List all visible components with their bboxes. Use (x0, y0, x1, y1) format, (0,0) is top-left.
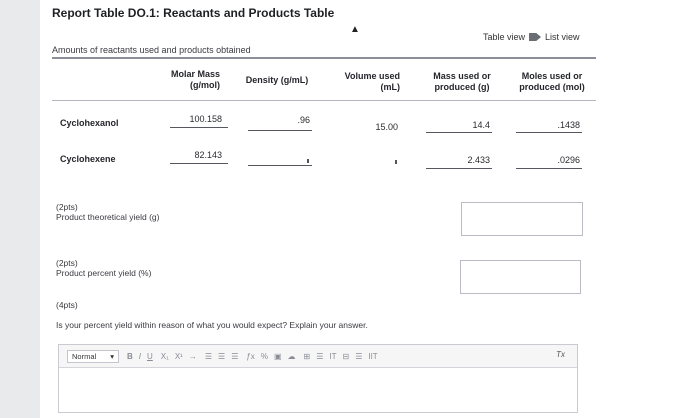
format-select-value: Normal (72, 351, 97, 361)
input-underline (248, 165, 312, 166)
italic-button[interactable]: I (139, 352, 141, 361)
row-label-cyclohexanol: Cyclohexanol (60, 118, 119, 128)
indent-button[interactable]: IT (329, 352, 336, 361)
dash-mark (395, 160, 397, 164)
reactants-products-table: Molar Mass (g/mol) Density (g/mL) Volume… (52, 57, 596, 187)
points-label: (4pts) (56, 300, 78, 310)
list-view-option[interactable]: List view (545, 32, 580, 42)
table-button[interactable]: ⊞ (304, 352, 311, 361)
input-underline (516, 168, 582, 169)
percent-yield-input[interactable] (460, 260, 581, 294)
points-label: (2pts) (56, 202, 78, 212)
header-molar-mass: Molar Mass (g/mol) (170, 69, 220, 90)
input-underline (170, 163, 228, 164)
formula-button[interactable]: ƒx (246, 352, 254, 361)
list-button[interactable]: ☰ (316, 352, 323, 361)
input-underline (516, 132, 582, 133)
toggle-switch-icon[interactable] (529, 33, 542, 41)
cell-mass-1[interactable]: 14.4 (428, 120, 490, 130)
points-label: (2pts) (56, 258, 78, 268)
input-underline (426, 132, 492, 133)
header-divider (52, 100, 596, 101)
header-mass: Mass used or produced (g) (433, 71, 491, 92)
mouse-cursor-icon: ▲ (350, 24, 360, 35)
align-right-button[interactable]: ☰ (231, 352, 238, 361)
cell-molar-mass-2[interactable]: 82.143 (162, 150, 222, 160)
input-underline (248, 130, 312, 131)
outdent-button[interactable]: IIT (368, 352, 377, 361)
cell-moles-2[interactable]: .0296 (518, 155, 580, 165)
dash-mark (307, 159, 309, 163)
chevron-down-icon: ▾ (110, 351, 114, 361)
underline-button[interactable]: U (147, 352, 153, 361)
cell-volume-1[interactable]: 15.00 (340, 122, 398, 132)
arrow-button[interactable]: → (189, 352, 197, 361)
clear-format-button[interactable]: Tx (556, 350, 565, 359)
view-toggle[interactable]: Table view List view (483, 32, 580, 42)
question-percent-yield: (2pts) Product percent yield (%) (56, 258, 151, 278)
table-view-option[interactable]: Table view (483, 32, 525, 42)
editor-text-area[interactable] (59, 368, 577, 412)
input-underline (426, 168, 492, 169)
question-theoretical-yield: (2pts) Product theoretical yield (g) (56, 202, 159, 222)
question-text: Product percent yield (%) (56, 268, 152, 278)
question-text: Product theoretical yield (g) (56, 212, 160, 222)
numbered-list-button[interactable]: ☰ (355, 352, 362, 361)
bold-button[interactable]: B (127, 352, 133, 361)
question-explain: (4pts) Is your percent yield within reas… (56, 300, 368, 330)
superscript-button[interactable]: X¹ (175, 352, 183, 361)
special-char-button[interactable]: ⊟ (342, 352, 349, 361)
header-volume: Volume used (mL) (344, 71, 400, 92)
link-button[interactable]: % (261, 352, 268, 361)
cell-density-1[interactable]: .96 (248, 115, 310, 125)
subscript-button[interactable]: X₁ (161, 352, 169, 361)
row-label-cyclohexene: Cyclohexene (60, 154, 116, 164)
cell-mass-2[interactable]: 2.433 (428, 155, 490, 165)
image-button[interactable]: ▣ (274, 352, 282, 361)
header-moles: Moles used or produced (mol) (519, 71, 585, 92)
format-select[interactable]: Normal ▾ (67, 349, 119, 363)
rich-text-editor[interactable]: Normal ▾ B I U X₁ X¹ → ☰ ☰ ☰ ƒx % ▣ ☁ ⊞ … (58, 344, 578, 413)
cell-moles-1[interactable]: .1438 (518, 120, 580, 130)
align-left-button[interactable]: ☰ (205, 352, 212, 361)
embed-button[interactable]: ☁ (288, 352, 296, 361)
header-density: Density (g/mL) (245, 75, 309, 85)
align-center-button[interactable]: ☰ (218, 352, 225, 361)
cell-molar-mass-1[interactable]: 100.158 (162, 114, 222, 124)
page-title: Report Table DO.1: Reactants and Product… (52, 6, 335, 20)
theoretical-yield-input[interactable] (461, 202, 583, 236)
editor-toolbar: Normal ▾ B I U X₁ X¹ → ☰ ☰ ☰ ƒx % ▣ ☁ ⊞ … (59, 345, 577, 368)
table-caption: Amounts of reactants used and products o… (52, 45, 251, 55)
question-text: Is your percent yield within reason of w… (56, 320, 368, 330)
input-underline (170, 127, 228, 128)
